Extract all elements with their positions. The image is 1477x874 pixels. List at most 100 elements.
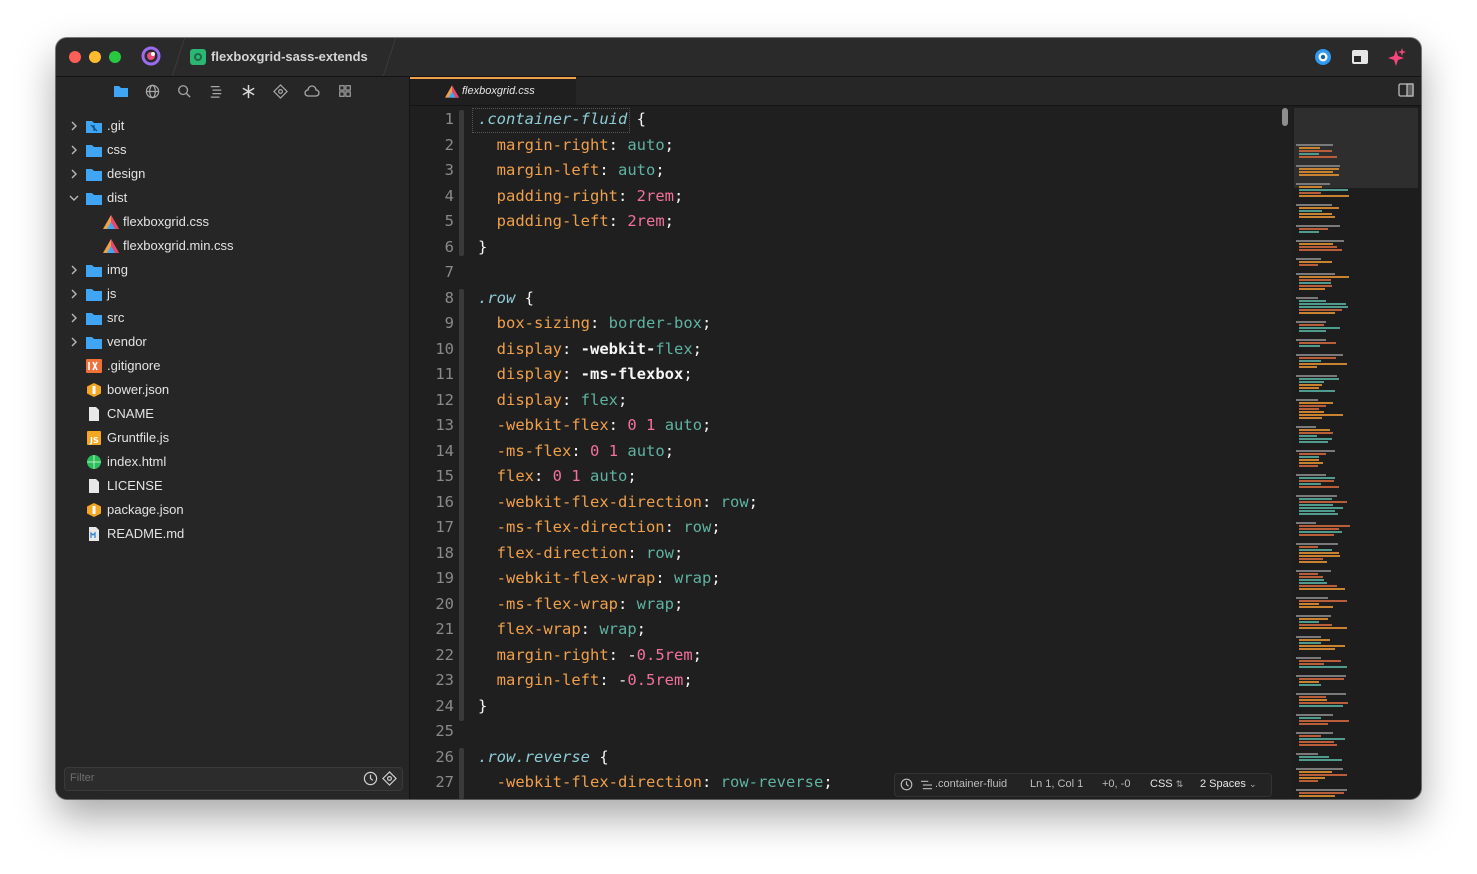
tree-item-src[interactable]: src	[56, 306, 409, 330]
tree-item-js[interactable]: js	[56, 282, 409, 306]
globe-icon[interactable]	[143, 82, 161, 100]
code-line[interactable]: 6}	[410, 236, 1280, 262]
minimap-line	[1299, 261, 1332, 263]
folder-icon	[86, 337, 102, 349]
code-line[interactable]: 24}	[410, 695, 1280, 721]
language-selector[interactable]: CSS ⇅	[1150, 778, 1183, 790]
tree-item-flexboxgrid-min-css[interactable]: flexboxgrid.min.css	[56, 234, 409, 258]
symbols-list-icon[interactable]	[207, 82, 225, 100]
minimap-line	[1296, 768, 1343, 770]
tree-item-gruntfile-js[interactable]: JS Gruntfile.js	[56, 426, 409, 450]
code-line[interactable]: 4 padding-right: 2rem;	[410, 185, 1280, 211]
project-name[interactable]: flexboxgrid-sass-extends	[211, 49, 368, 64]
grid-icon[interactable]	[336, 82, 354, 100]
preview-eye-icon[interactable]	[1313, 47, 1333, 67]
code-line[interactable]: 21 flex-wrap: wrap;	[410, 618, 1280, 644]
code-line[interactable]: 23 margin-left: -0.5rem;	[410, 669, 1280, 695]
toggle-inspector-icon[interactable]	[1397, 81, 1415, 99]
minimap-line	[1299, 741, 1334, 743]
minimap-line	[1299, 405, 1326, 407]
code-line[interactable]: 8 .row {	[410, 287, 1280, 313]
tree-item-css[interactable]: css	[56, 138, 409, 162]
tree-item-license[interactable]: LICENSE	[56, 474, 409, 498]
code-line[interactable]: 19 -webkit-flex-wrap: wrap;	[410, 567, 1280, 593]
tree-item-gitignore[interactable]: .gitignore	[56, 354, 409, 378]
symbol-breadcrumb[interactable]: .container-fluid	[935, 778, 1007, 790]
app-logo-icon[interactable]	[141, 46, 161, 66]
chevron-right-icon[interactable]	[68, 168, 80, 180]
indent-selector[interactable]: 2 Spaces ⌄	[1200, 778, 1256, 790]
tab-flexboxgrid-css[interactable]: flexboxgrid.css	[410, 77, 576, 105]
tree-item-bower-json[interactable]: bower.json	[56, 378, 409, 402]
code-line[interactable]: 11 display: -ms-flexbox;	[410, 363, 1280, 389]
code-line[interactable]: 5 padding-left: 2rem;	[410, 210, 1280, 236]
code-token: ;	[683, 365, 693, 383]
code-line[interactable]: 20 -ms-flex-wrap: wrap;	[410, 593, 1280, 619]
close-window-button[interactable]	[69, 51, 81, 63]
tree-item-readme-md[interactable]: README.md	[56, 522, 409, 546]
tree-item-dist[interactable]: dist	[56, 186, 409, 210]
code-editor[interactable]: 1 .container-fluid {2 margin-right: auto;…	[410, 106, 1280, 799]
tree-item-git[interactable]: .git	[56, 114, 409, 138]
code-line[interactable]: 10 display: -webkit-flex;	[410, 338, 1280, 364]
git-diamond-icon[interactable]	[382, 771, 397, 786]
asterisk-icon[interactable]	[239, 82, 257, 100]
tree-item-design[interactable]: design	[56, 162, 409, 186]
diff-summary[interactable]: +0, -0	[1102, 778, 1130, 790]
minimap-line	[1296, 144, 1333, 146]
code-line[interactable]: 18 flex-direction: row;	[410, 542, 1280, 568]
code-line[interactable]: 2 margin-right: auto;	[410, 134, 1280, 160]
chevron-right-icon[interactable]	[68, 144, 80, 156]
chevron-right-icon[interactable]	[68, 312, 80, 324]
code-line[interactable]: 26 .row.reverse {	[410, 746, 1280, 772]
minimap[interactable]	[1292, 106, 1421, 799]
tree-item-cname[interactable]: CNAME	[56, 402, 409, 426]
cursor-position[interactable]: Ln 1, Col 1	[1030, 778, 1083, 790]
minimap-line	[1299, 549, 1332, 551]
chevron-right-icon[interactable]	[68, 288, 80, 300]
filter-input[interactable]: Filter	[64, 767, 403, 791]
clock-icon[interactable]	[900, 778, 913, 791]
code-token: flex-direction	[496, 543, 628, 562]
sparkle-icon[interactable]	[1387, 47, 1407, 67]
minimap-line	[1299, 579, 1324, 581]
code-line[interactable]: 16 -webkit-flex-direction: row;	[410, 491, 1280, 517]
code-line[interactable]: 9 box-sizing: border-box;	[410, 312, 1280, 338]
chevron-right-icon[interactable]	[68, 336, 80, 348]
minimize-window-button[interactable]	[89, 51, 101, 63]
editor-scrollbar[interactable]	[1279, 106, 1291, 799]
search-icon[interactable]	[175, 82, 193, 100]
chevron-down-icon[interactable]	[68, 192, 80, 204]
minimap-line	[1299, 192, 1321, 194]
code-token: {	[515, 288, 534, 307]
tree-item-index-html[interactable]: index.html	[56, 450, 409, 474]
cloud-icon[interactable]	[303, 82, 321, 100]
code-line[interactable]: 1 .container-fluid {	[410, 108, 1280, 134]
layout-panel-icon[interactable]	[1350, 47, 1370, 67]
git-diamond-icon[interactable]	[271, 82, 289, 100]
scrollbar-thumb[interactable]	[1282, 108, 1288, 126]
code-line[interactable]: 7	[410, 261, 1280, 287]
code-line[interactable]: 13 -webkit-flex: 0 1 auto;	[410, 414, 1280, 440]
code-line[interactable]: 12 display: flex;	[410, 389, 1280, 415]
files-folder-icon[interactable]	[112, 82, 130, 100]
code-line[interactable]: 15 flex: 0 1 auto;	[410, 465, 1280, 491]
code-line[interactable]: 3 margin-left: auto;	[410, 159, 1280, 185]
tree-item-flexboxgrid-css[interactable]: flexboxgrid.css	[56, 210, 409, 234]
zoom-window-button[interactable]	[109, 51, 121, 63]
chevron-right-icon[interactable]	[68, 120, 80, 132]
code-token: ;	[711, 569, 721, 587]
code-line[interactable]: 14 -ms-flex: 0 1 auto;	[410, 440, 1280, 466]
code-token: row	[720, 492, 749, 511]
chevron-right-icon[interactable]	[68, 264, 80, 276]
minimap-line	[1299, 384, 1322, 386]
tree-item-img[interactable]: img	[56, 258, 409, 282]
code-line[interactable]: 22 margin-right: -0.5rem;	[410, 644, 1280, 670]
minimap-line	[1296, 732, 1333, 734]
tree-item-package-json[interactable]: package.json	[56, 498, 409, 522]
code-line[interactable]: 25	[410, 720, 1280, 746]
folder-icon	[86, 265, 102, 277]
clock-icon[interactable]	[363, 771, 378, 786]
code-line[interactable]: 17 -ms-flex-direction: row;	[410, 516, 1280, 542]
tree-item-vendor[interactable]: vendor	[56, 330, 409, 354]
